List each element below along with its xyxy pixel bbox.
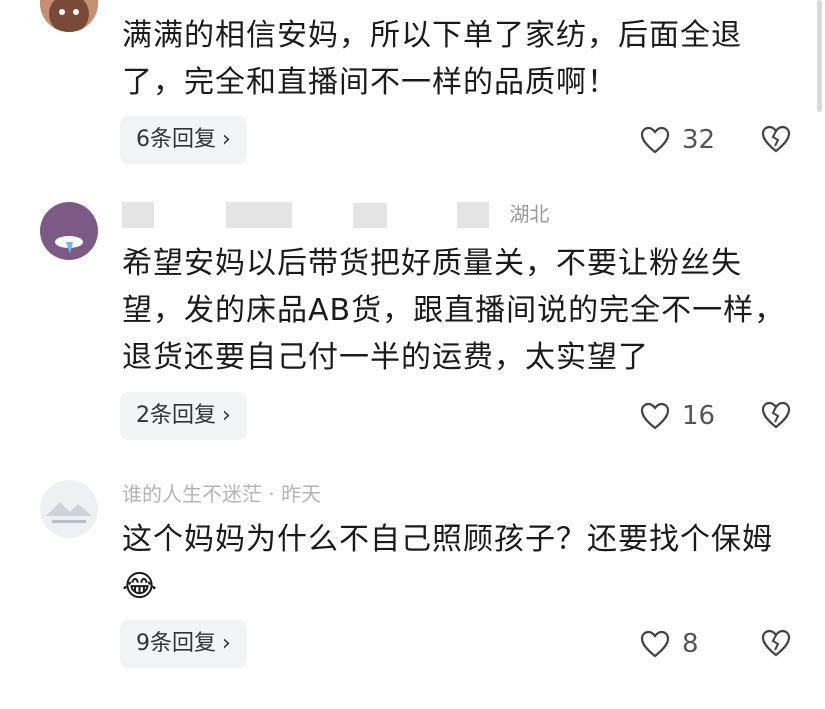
scrollbar[interactable]: [817, 0, 822, 112]
avatar[interactable]: [40, 480, 98, 538]
comment-text: 希望安妈以后带货把好质量关，不要让粉丝失望，发的床品AB货，跟直播间说的完全不一…: [122, 246, 786, 375]
like-button[interactable]: 8: [640, 624, 699, 664]
view-replies-button[interactable]: 6条回复 ›: [120, 116, 247, 164]
view-replies-button[interactable]: 2条回复 ›: [120, 392, 247, 440]
like-count: 16: [682, 401, 716, 431]
comment-meta: 谁的人生不迷茫 · 昨天: [122, 478, 321, 508]
heart-outline-icon: [640, 126, 670, 154]
view-replies-button[interactable]: 9条回复 ›: [120, 620, 247, 668]
dislike-button[interactable]: [760, 400, 792, 432]
replies-label: 6条回复: [136, 127, 216, 152]
dislike-button[interactable]: [760, 628, 792, 660]
broken-heart-icon: [761, 629, 791, 657]
replies-label: 9条回复: [136, 631, 216, 656]
avatar[interactable]: [40, 202, 98, 260]
chevron-right-icon: ›: [222, 631, 231, 656]
chevron-right-icon: ›: [222, 127, 231, 152]
like-count: 8: [682, 629, 699, 659]
like-button[interactable]: 16: [640, 396, 715, 436]
comment-meta: 湖北: [122, 198, 549, 228]
dislike-button[interactable]: [760, 124, 792, 156]
replies-label: 2条回复: [136, 403, 216, 428]
broken-heart-icon: [761, 125, 791, 153]
like-button[interactable]: 32: [640, 120, 715, 160]
like-count: 32: [682, 125, 716, 155]
comment-text: 满满的相信安妈，所以下单了家纺，后面全退了，完全和直播间不一样的品质啊！: [122, 18, 742, 100]
location-label: 湖北: [509, 202, 550, 226]
broken-heart-icon: [761, 401, 791, 429]
chevron-right-icon: ›: [222, 403, 231, 428]
meta-text: 谁的人生不迷茫 · 昨天: [122, 482, 322, 506]
comment-text: 这个妈妈为什么不自己照顾孩子？还要找个保姆😂: [122, 522, 773, 604]
avatar[interactable]: [40, 0, 98, 32]
heart-outline-icon: [640, 402, 670, 430]
heart-outline-icon: [640, 630, 670, 658]
